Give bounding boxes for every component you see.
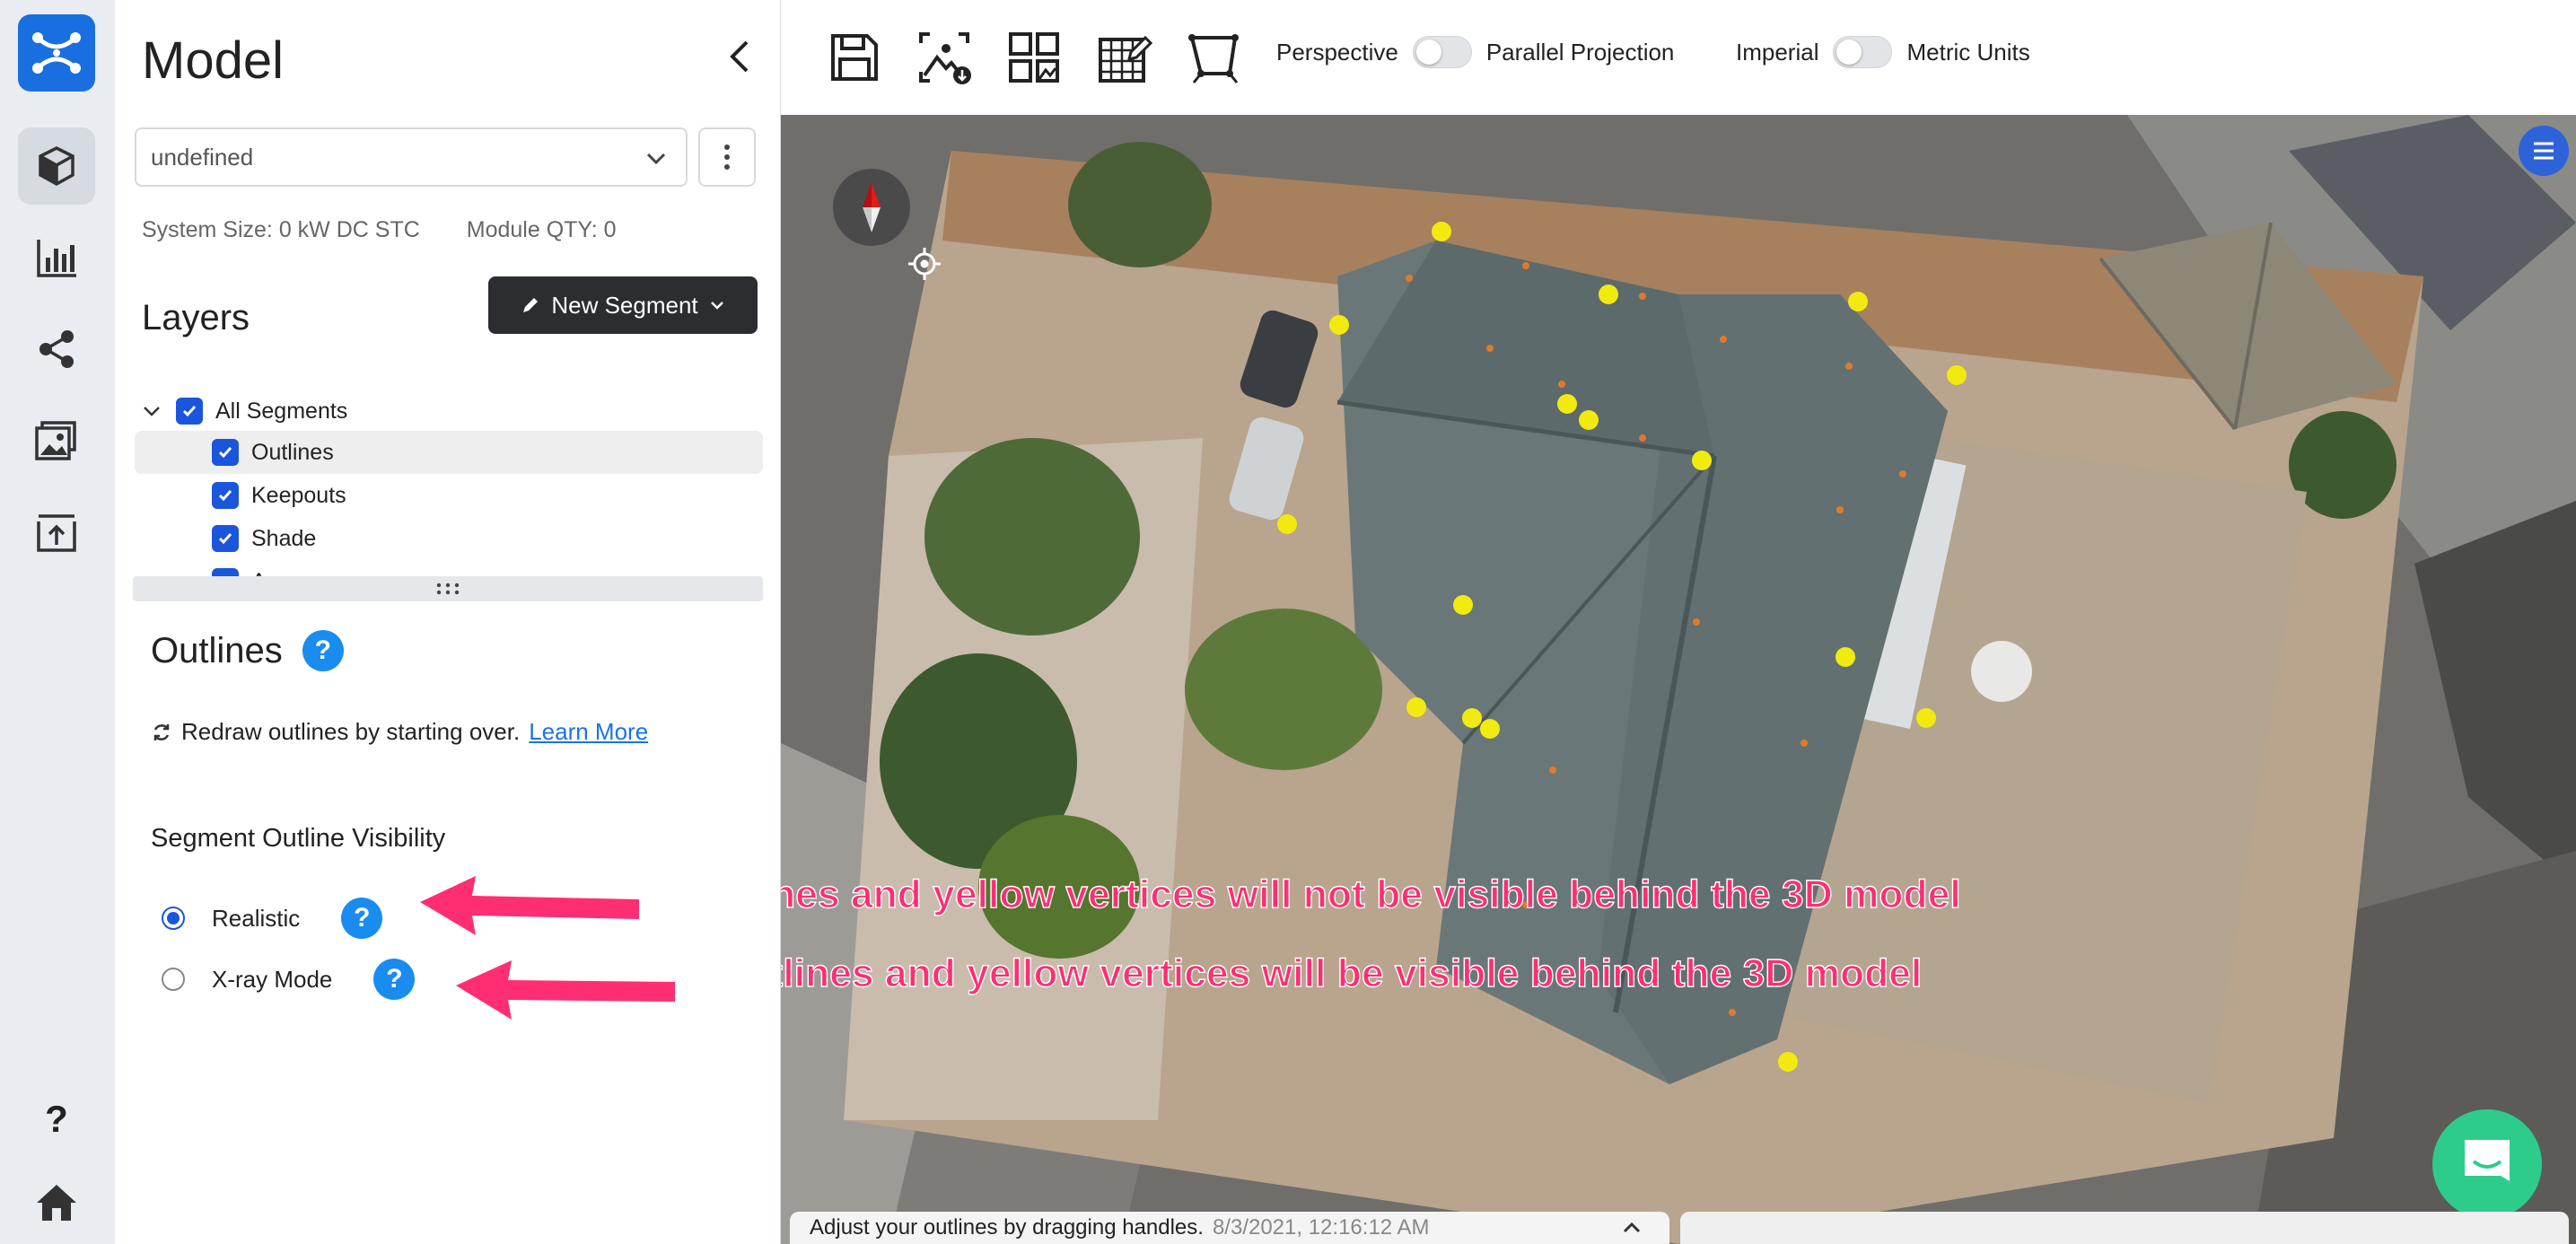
new-segment-label: New Segment: [551, 291, 698, 319]
pencil-icon: [523, 298, 539, 312]
layer-row-all-segments[interactable]: All Segments: [135, 390, 673, 433]
collapse-panel-button[interactable]: [716, 34, 761, 79]
projection-toggle-group: Perspective Parallel Projection: [1276, 36, 1674, 68]
grid-view-icon: [1009, 32, 1059, 83]
annotation-realistic: Outlines and yellow vertices will not be…: [781, 872, 1961, 916]
xray-help-icon[interactable]: ?: [373, 959, 416, 1000]
layer-label: All Segments: [215, 398, 348, 424]
status-bar: Adjust your outlines by dragging handles…: [790, 1212, 1669, 1244]
imperial-label: Imperial: [1736, 38, 1819, 66]
home-icon: [37, 1185, 76, 1221]
chevron-down-icon[interactable]: [142, 401, 162, 421]
save-button[interactable]: [820, 23, 889, 92]
learn-more-link[interactable]: Learn More: [529, 718, 648, 746]
bar-chart-icon: [37, 240, 76, 277]
chevron-left-icon: [730, 40, 749, 73]
realistic-help-icon[interactable]: ?: [341, 898, 383, 939]
module-qty: Module QTY: 0: [466, 217, 617, 242]
layers-tree: All Segments Outlines Keepouts Shade A: [135, 386, 763, 578]
export-image-button[interactable]: [910, 23, 978, 92]
check-icon: [218, 490, 232, 502]
layers-title: Layers: [142, 298, 250, 337]
check-icon: [182, 406, 197, 417]
chevron-down-icon: [646, 153, 666, 165]
layer-label: Shade: [251, 525, 317, 551]
check-icon: [218, 447, 232, 459]
layer-row-a[interactable]: A: [135, 560, 763, 578]
radio-realistic-row[interactable]: Realistic ?: [162, 898, 383, 939]
page-title: Model: [142, 31, 284, 90]
checkbox-all-segments[interactable]: [176, 398, 203, 425]
metric-units-label: Metric Units: [1906, 38, 2030, 66]
layer-row-shade[interactable]: Shade: [135, 517, 763, 560]
refresh-icon: [153, 723, 170, 740]
layer-label: Keepouts: [251, 482, 346, 508]
units-toggle-group: Imperial Metric Units: [1736, 36, 2030, 68]
perspective-tool-button[interactable]: [1179, 23, 1248, 92]
rail-help-button[interactable]: ?: [18, 1081, 95, 1158]
layer-label: Outlines: [251, 439, 334, 465]
perspective-label: Perspective: [1276, 38, 1398, 66]
kebab-menu-icon: [724, 145, 730, 170]
redraw-text: Redraw outlines by starting over.: [181, 718, 521, 745]
annotation-arrows: [781, 115, 2576, 1244]
status-timestamp: 8/3/2021, 12:16:12 AM: [1212, 1215, 1430, 1240]
save-icon: [831, 34, 878, 81]
status-message: Adjust your outlines by dragging handles…: [810, 1215, 1204, 1240]
chevron-down-icon: [710, 302, 723, 310]
checkbox-outlines[interactable]: [212, 439, 239, 466]
table-edit-button[interactable]: [1090, 23, 1158, 92]
chevron-up-icon[interactable]: [1621, 1217, 1643, 1239]
checkbox-keepouts[interactable]: [212, 482, 239, 509]
layer-row-keepouts[interactable]: Keepouts: [135, 474, 763, 517]
outlines-title-text: Outlines: [151, 630, 283, 670]
design-select-value: undefined: [151, 143, 254, 171]
drag-handle-icon: [436, 583, 460, 595]
layers-resize-handle[interactable]: [133, 576, 763, 601]
grid-view-button[interactable]: [1000, 23, 1068, 92]
outlines-section-title: Outlines ?: [151, 630, 344, 671]
layer-row-outlines[interactable]: Outlines: [135, 431, 763, 474]
system-size: System Size: 0 kW DC STC: [142, 217, 420, 242]
rail-model-button[interactable]: [18, 127, 95, 205]
system-info: System Size: 0 kW DC STC Module QTY: 0: [142, 217, 617, 243]
image-download-icon: [919, 32, 971, 84]
redraw-hint: Redraw outlines by starting over. Learn …: [151, 718, 648, 746]
model-panel: Model undefined System Size: 0 kW DC STC…: [115, 0, 781, 1244]
radio-realistic-label: Realistic: [212, 904, 301, 932]
visibility-title: Segment Outline Visibility: [151, 824, 446, 853]
radio-xray[interactable]: [162, 968, 185, 991]
rail-images-button[interactable]: [18, 402, 95, 479]
radio-realistic[interactable]: [162, 907, 185, 930]
help-icon: ?: [45, 1098, 68, 1140]
rail-share-button[interactable]: [18, 311, 95, 388]
radio-xray-row[interactable]: X-ray Mode ?: [162, 959, 416, 1000]
design-select[interactable]: undefined: [135, 127, 688, 187]
rail-analytics-button[interactable]: [18, 219, 95, 296]
more-options-button[interactable]: [698, 127, 756, 187]
map-viewport[interactable]: Outlines and yellow vertices will not be…: [781, 115, 2576, 1244]
new-segment-button[interactable]: New Segment: [488, 276, 758, 334]
model-cube-icon: [39, 146, 74, 187]
secondary-status-bar: [1680, 1212, 2569, 1244]
perspective-box-icon: [1188, 34, 1239, 83]
logo-icon: [32, 32, 81, 74]
annotation-xray: Outlines and yellow vertices will be vis…: [781, 951, 1923, 995]
projection-toggle[interactable]: [1412, 36, 1472, 68]
app-logo[interactable]: [18, 14, 95, 92]
rail-home-button[interactable]: [18, 1167, 95, 1239]
rail-upload-button[interactable]: [18, 494, 95, 571]
parallel-projection-label: Parallel Projection: [1485, 38, 1675, 66]
check-icon: [218, 533, 232, 545]
outlines-help-icon[interactable]: ?: [302, 630, 344, 671]
units-toggle[interactable]: [1833, 36, 1893, 68]
top-toolbar: Perspective Parallel Projection Imperial…: [781, 0, 2576, 115]
icon-rail: ?: [0, 0, 115, 1244]
images-icon: [35, 421, 76, 460]
upload-icon: [37, 514, 76, 552]
radio-xray-label: X-ray Mode: [212, 965, 333, 993]
table-edit-icon: [1099, 35, 1152, 83]
checkbox-shade[interactable]: [212, 525, 239, 552]
share-icon: [39, 330, 74, 368]
